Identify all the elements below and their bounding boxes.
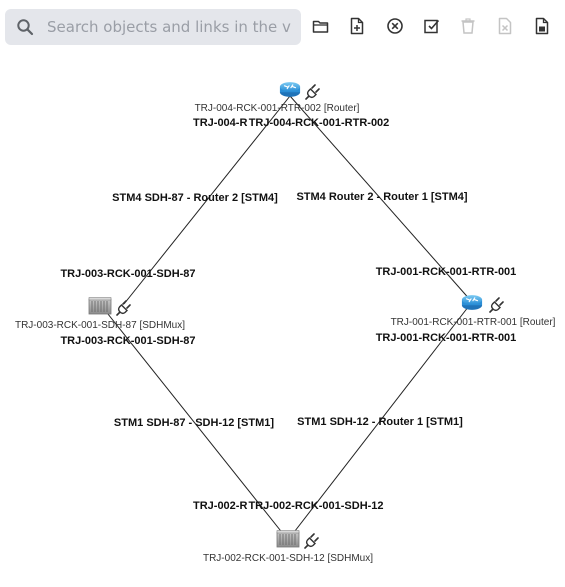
search-input[interactable] xyxy=(45,18,292,36)
link-end-label: TRJ-003-RCK-001-SDH-87 xyxy=(60,335,195,347)
sdhmux-icon xyxy=(276,530,300,548)
plug-icon xyxy=(116,300,131,316)
new-file-icon xyxy=(350,17,364,35)
search-icon xyxy=(5,9,45,45)
node-sdh-12[interactable]: TRJ-002-RCK-001-SDH-12 [SDHMux] xyxy=(203,530,373,565)
remove-file-button[interactable] xyxy=(494,15,516,37)
node-label: TRJ-004-RCK-001-RTR-002 [Router] xyxy=(195,103,360,114)
link-label[interactable]: STM4 Router 2 - Router 1 [STM4] xyxy=(296,191,467,203)
link-label[interactable]: STM4 SDH-87 - Router 2 [STM4] xyxy=(112,192,278,204)
folder-open-icon xyxy=(312,20,329,33)
toolbar xyxy=(0,0,565,54)
open-folder-button[interactable] xyxy=(310,15,332,37)
edit-button[interactable] xyxy=(421,15,443,37)
trash-icon xyxy=(461,18,475,34)
search-box[interactable] xyxy=(5,9,301,45)
plug-icon xyxy=(305,84,320,100)
topology-canvas[interactable]: STM4 SDH-87 - Router 2 [STM4] TRJ-004-R … xyxy=(0,54,565,582)
delete-button[interactable] xyxy=(457,15,479,37)
plug-icon xyxy=(489,297,504,313)
node-label: TRJ-001-RCK-001-RTR-001 [Router] xyxy=(391,317,556,328)
link-end-label: TRJ-003-RCK-001-SDH-87 xyxy=(60,268,195,280)
link-label[interactable]: STM1 SDH-87 - SDH-12 [STM1] xyxy=(114,417,274,429)
node-router-001[interactable]: TRJ-001-RCK-001-RTR-001 [Router] xyxy=(391,294,556,328)
link-label[interactable]: STM1 SDH-12 - Router 1 [STM1] xyxy=(297,416,463,428)
link-end-label: TRJ-001-RCK-001-RTR-001 xyxy=(376,266,517,278)
topology-graph[interactable]: STM4 SDH-87 - Router 2 [STM4] TRJ-004-R … xyxy=(0,54,565,582)
link-end-label: TRJ-004-RCK-001-RTR-002 xyxy=(249,117,390,129)
save-button[interactable] xyxy=(531,15,553,37)
node-label: TRJ-003-RCK-001-SDH-87 [SDHMux] xyxy=(15,320,185,331)
edit-checkbox-icon xyxy=(424,19,440,34)
link-end-label: TRJ-001-RCK-001-RTR-001 xyxy=(376,332,517,344)
save-document-icon xyxy=(535,17,549,35)
new-view-button[interactable] xyxy=(346,15,368,37)
link-end-label: TRJ-002-RCK-001-SDH-12 xyxy=(248,500,383,512)
delete-file-icon xyxy=(498,17,512,35)
node-label: TRJ-002-RCK-001-SDH-12 [SDHMux] xyxy=(203,553,373,564)
plug-icon xyxy=(304,533,319,549)
node-sdh-87[interactable]: TRJ-003-RCK-001-SDH-87 [SDHMux] xyxy=(15,297,185,332)
sdhmux-icon xyxy=(88,297,112,315)
close-circle-icon xyxy=(387,18,403,34)
close-view-button[interactable] xyxy=(384,15,406,37)
router-icon xyxy=(461,294,483,311)
node-router-002[interactable]: TRJ-004-RCK-001-RTR-002 [Router] xyxy=(195,81,360,114)
router-icon xyxy=(279,81,301,98)
link-end-label: TRJ-002-R xyxy=(193,500,247,512)
link-end-label: TRJ-004-R xyxy=(193,117,247,129)
